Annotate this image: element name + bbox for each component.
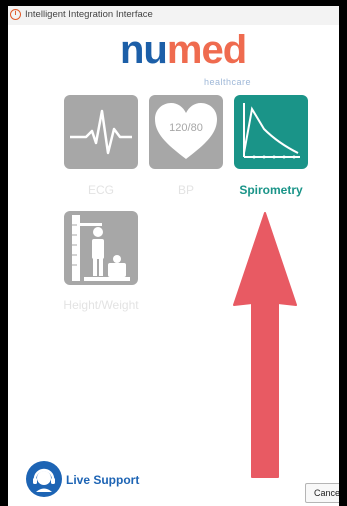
spirometry-label: Spirometry [239, 183, 303, 197]
bp-label: BP [177, 183, 194, 197]
ecg-tile[interactable] [64, 95, 138, 169]
bp-icon-text: 120/80 [169, 122, 203, 134]
ecg-label: ECG [87, 183, 114, 197]
app-logo-icon: i [10, 9, 21, 20]
logo-text-med: med [166, 28, 247, 72]
bp-tile[interactable]: 120/80 [149, 95, 223, 169]
live-support-button[interactable]: Live Support [26, 461, 166, 501]
heart-bp-icon: 120/80 [155, 103, 217, 159]
height-weight-tile[interactable] [64, 211, 138, 285]
height-weight-label: Height/Weight [63, 298, 139, 312]
headset-icon [26, 461, 62, 497]
app-window: i Intelligent Integration Interface nume… [8, 6, 339, 506]
annotation-arrow [233, 212, 297, 478]
live-support-label: Live Support [66, 473, 140, 487]
window-title: Intelligent Integration Interface [25, 9, 153, 20]
title-bar: i Intelligent Integration Interface [8, 6, 339, 25]
ecg-icon [70, 109, 132, 155]
height-weight-scale-icon [72, 215, 130, 281]
spirometry-tile[interactable] [234, 95, 308, 169]
logo-text-nu: nu [120, 28, 168, 72]
spirometry-chart-icon [243, 103, 300, 159]
numed-logo: numed healthcare [120, 28, 280, 92]
logo-subtitle: healthcare [204, 77, 252, 87]
cancel-button[interactable]: Cancel [305, 483, 339, 503]
